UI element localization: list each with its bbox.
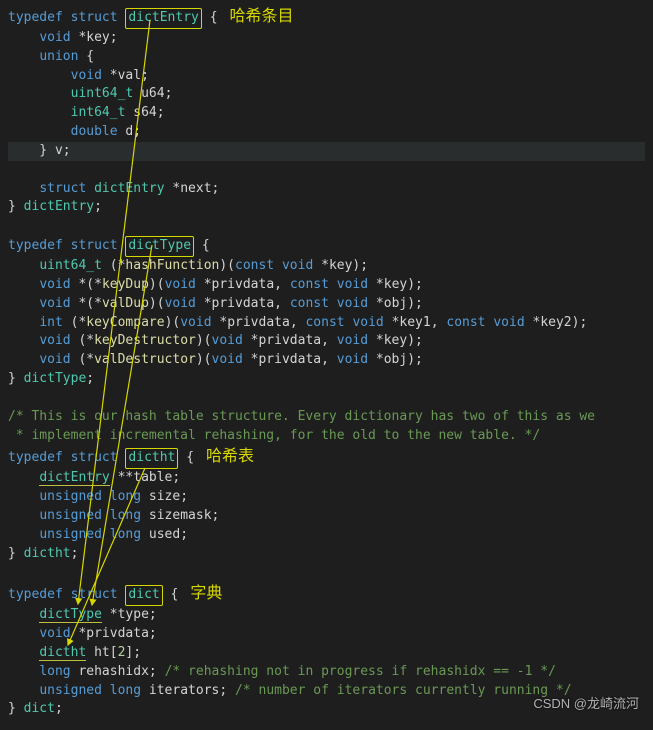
box-dict: dict: [125, 585, 162, 606]
comment-hash-table-2: * implement incremental rehashing, for t…: [8, 428, 540, 443]
kw-struct: struct: [71, 10, 118, 25]
anno-hash-table: 哈希表: [206, 448, 254, 465]
anno-dict: 字典: [190, 585, 222, 602]
watermark: CSDN @龙崎流河: [533, 695, 639, 714]
box-dictht: dictht: [125, 448, 178, 469]
code-block: typedef struct dictEntry {哈希条目 void *key…: [8, 5, 645, 719]
box-dictEntry: dictEntry: [125, 8, 201, 29]
anno-hash-entry: 哈希条目: [230, 8, 294, 25]
kw-typedef: typedef: [8, 10, 63, 25]
comment-hash-table-1: /* This is our hash table structure. Eve…: [8, 409, 595, 424]
box-dictType: dictType: [125, 236, 194, 257]
